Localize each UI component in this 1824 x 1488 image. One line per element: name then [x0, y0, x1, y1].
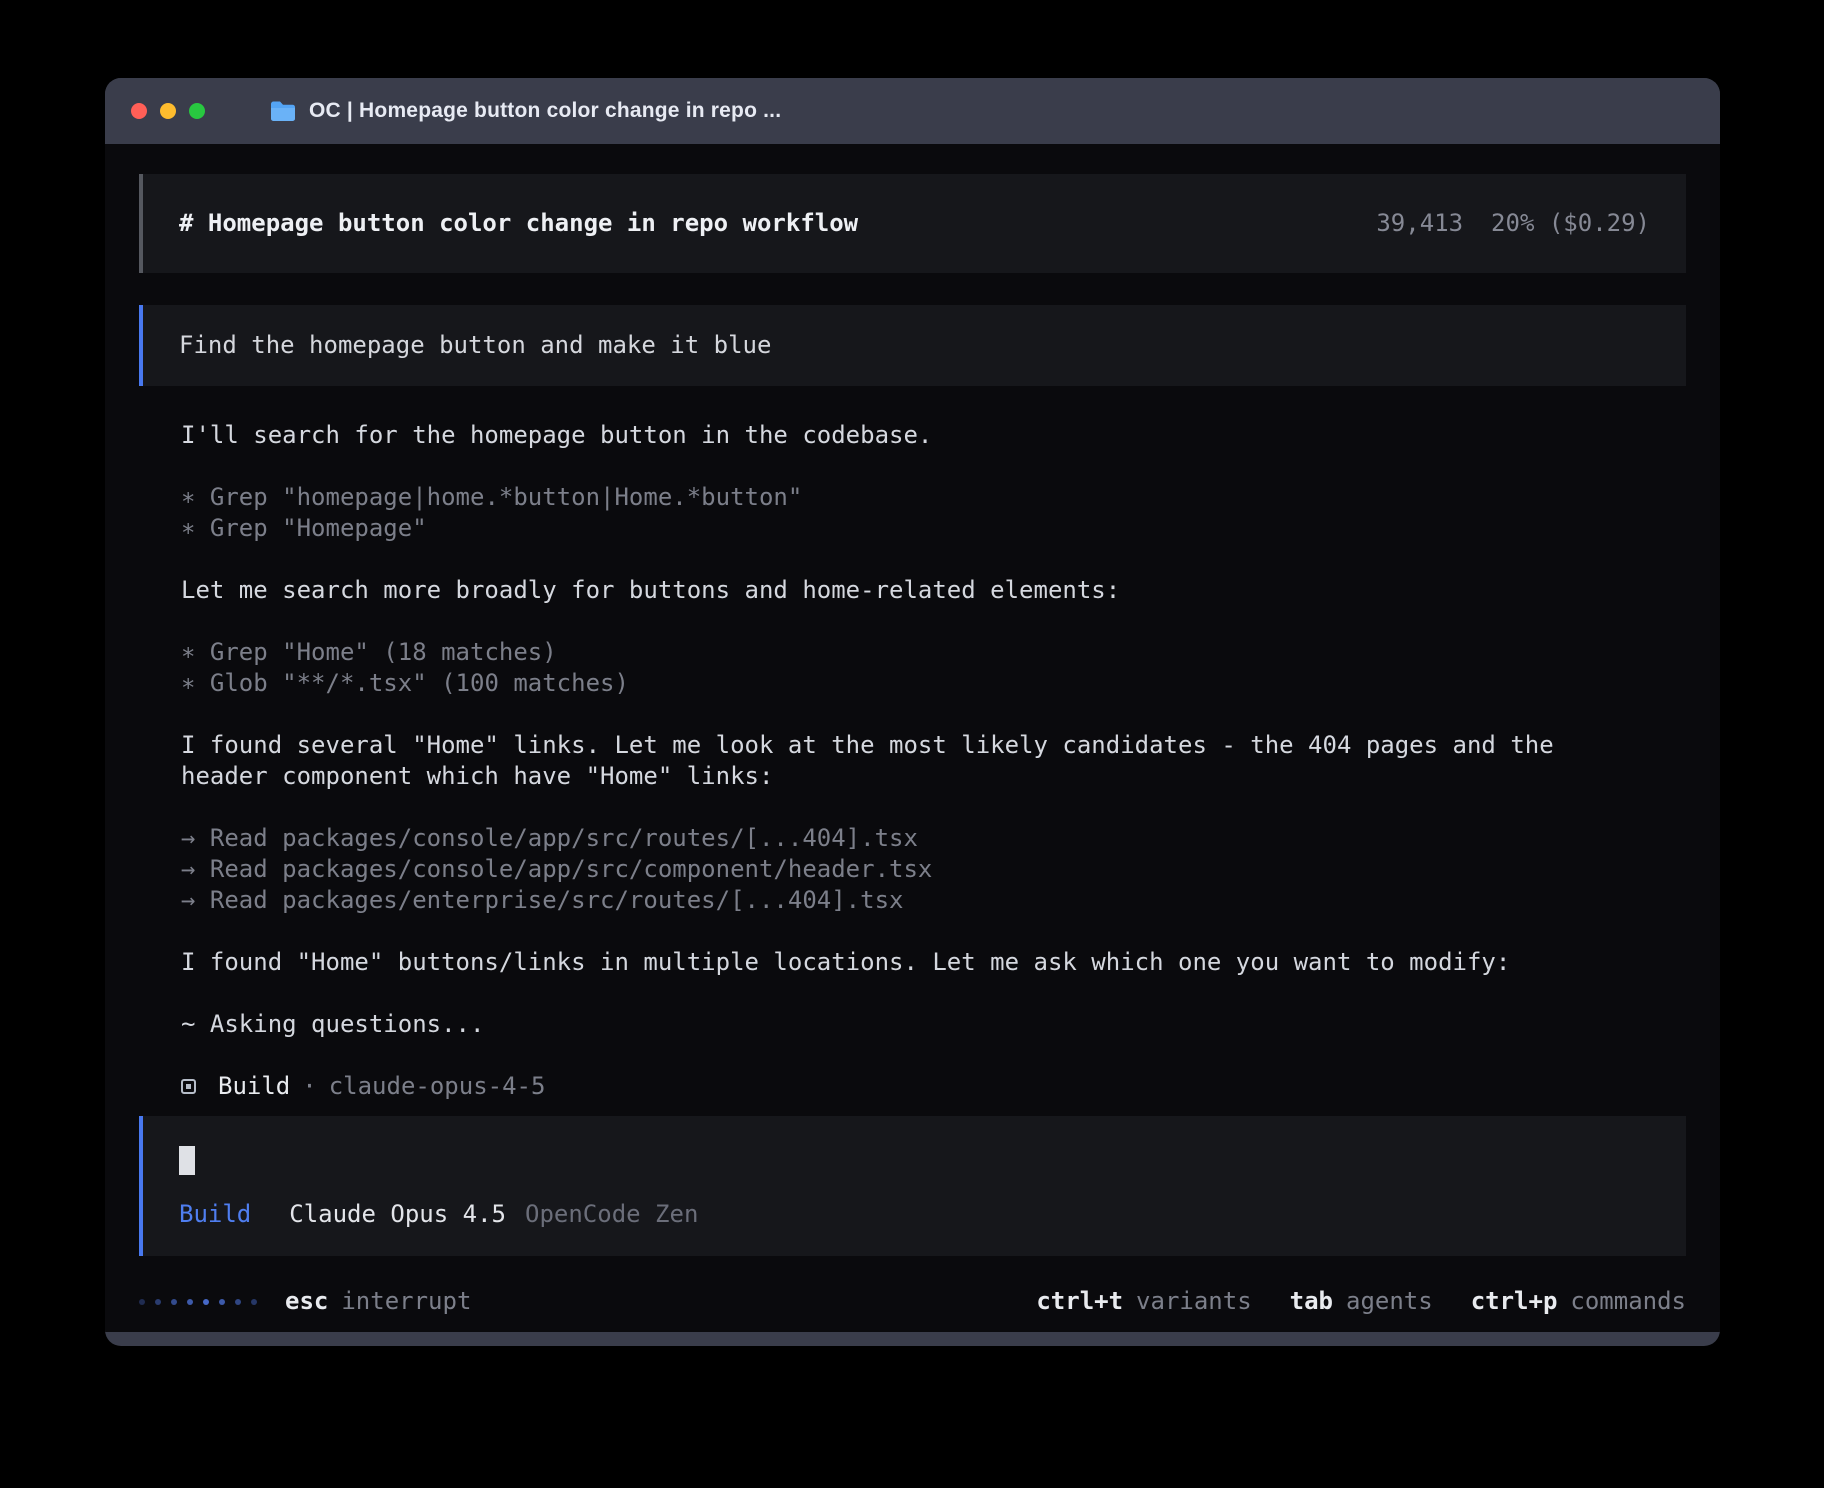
spinner-dot — [235, 1299, 241, 1305]
build-agent-icon — [181, 1079, 196, 1094]
shortcut-variants: ctrl+t variants — [1036, 1286, 1251, 1317]
transcript-line: ~ Asking questions... — [181, 1009, 1641, 1040]
agent-status-line: Build · claude-opus-4-5 — [139, 1071, 1686, 1102]
title-group: OC | Homepage button color change in rep… — [269, 99, 781, 123]
footer-shortcuts: ctrl+t variants tab agents ctrl+p commands — [1036, 1286, 1686, 1317]
tool-asterisk-icon: ∗ — [181, 638, 195, 666]
composer-model[interactable]: Claude Opus 4.5 — [289, 1199, 506, 1230]
spinner-dot — [171, 1299, 177, 1305]
transcript: I'll search for the homepage button in t… — [139, 420, 1686, 1071]
prompt-input[interactable]: Build Claude Opus 4.5 OpenCode Zen — [139, 1116, 1686, 1256]
transcript-line: I'll search for the homepage button in t… — [181, 420, 1641, 451]
tool-call-line: → Read packages/console/app/src/routes/[… — [181, 823, 1641, 854]
composer-agent[interactable]: Build — [179, 1199, 251, 1230]
close-button[interactable] — [131, 103, 147, 119]
shortcut-commands: ctrl+p commands — [1471, 1286, 1686, 1317]
user-message: Find the homepage button and make it blu… — [139, 305, 1686, 386]
window-controls — [131, 103, 205, 119]
transcript-line: Let me search more broadly for buttons a… — [181, 575, 1641, 606]
tool-call-line: ∗ Grep "Home" (18 matches) — [181, 637, 1641, 668]
session-title: # Homepage button color change in repo w… — [179, 208, 858, 239]
shortcut-key: ctrl+t — [1036, 1286, 1123, 1317]
spinner-dot — [155, 1299, 161, 1305]
read-arrow-icon: → — [181, 824, 195, 852]
status-bar: esc interrupt ctrl+tvariantstabagentsctr… — [139, 1286, 1686, 1317]
transcript-gap — [181, 916, 1641, 947]
spinner — [139, 1299, 257, 1305]
spinner-dot — [187, 1299, 193, 1305]
spinner-dot — [203, 1299, 209, 1305]
interrupt-key: esc — [285, 1286, 328, 1317]
shortcut-key: ctrl+p — [1471, 1286, 1558, 1317]
interrupt-label: interrupt — [341, 1286, 471, 1317]
context-cost: 20% ($0.29) — [1491, 208, 1650, 239]
terminal-content: # Homepage button color change in repo w… — [105, 144, 1720, 1332]
zoom-button[interactable] — [189, 103, 205, 119]
transcript-gap — [181, 699, 1641, 730]
spinner-dot — [251, 1299, 257, 1305]
shortcut-label: variants — [1136, 1286, 1252, 1317]
composer-info-row: Build Claude Opus 4.5 OpenCode Zen — [179, 1199, 1650, 1230]
shortcut-agents: tab agents — [1290, 1286, 1433, 1317]
token-count: 39,413 — [1376, 208, 1463, 239]
transcript-line: I found "Home" buttons/links in multiple… — [181, 947, 1641, 978]
status-left: esc interrupt — [139, 1286, 471, 1317]
session-metrics: 39,413 20% ($0.29) — [1376, 208, 1650, 239]
tool-call-line: → Read packages/enterprise/src/routes/[.… — [181, 885, 1641, 916]
tool-asterisk-icon: ∗ — [181, 483, 195, 511]
tool-asterisk-icon: ∗ — [181, 514, 195, 542]
transcript-gap — [181, 451, 1641, 482]
titlebar[interactable]: OC | Homepage button color change in rep… — [105, 78, 1720, 144]
agent-model: claude-opus-4-5 — [329, 1071, 546, 1102]
tool-call-line: ∗ Glob "**/*.tsx" (100 matches) — [181, 668, 1641, 699]
transcript-gap — [181, 792, 1641, 823]
transcript-line: I found several "Home" links. Let me loo… — [181, 730, 1641, 792]
tool-call-line: → Read packages/console/app/src/componen… — [181, 854, 1641, 885]
session-header: # Homepage button color change in repo w… — [139, 174, 1686, 273]
read-arrow-icon: → — [181, 855, 195, 883]
terminal-window: OC | Homepage button color change in rep… — [105, 78, 1720, 1346]
minimize-button[interactable] — [160, 103, 176, 119]
read-arrow-icon: → — [181, 886, 195, 914]
composer-provider: OpenCode Zen — [525, 1199, 698, 1230]
agent-name: Build — [218, 1071, 290, 1102]
agent-separator: · — [302, 1071, 316, 1102]
transcript-gap — [181, 1040, 1641, 1071]
shortcut-key: tab — [1290, 1286, 1333, 1317]
transcript-gap — [181, 606, 1641, 637]
folder-icon — [269, 100, 297, 122]
tool-call-line: ∗ Grep "homepage|home.*button|Home.*butt… — [181, 482, 1641, 513]
tool-asterisk-icon: ∗ — [181, 669, 195, 697]
tool-call-line: ∗ Grep "Homepage" — [181, 513, 1641, 544]
window-title: OC | Homepage button color change in rep… — [309, 99, 781, 123]
shortcut-label: commands — [1570, 1286, 1686, 1317]
transcript-gap — [181, 544, 1641, 575]
transcript-gap — [181, 978, 1641, 1009]
text-cursor — [179, 1146, 195, 1175]
user-message-text: Find the homepage button and make it blu… — [179, 331, 771, 359]
spinner-dot — [139, 1299, 145, 1305]
shortcut-label: agents — [1346, 1286, 1433, 1317]
spinner-dot — [219, 1299, 225, 1305]
